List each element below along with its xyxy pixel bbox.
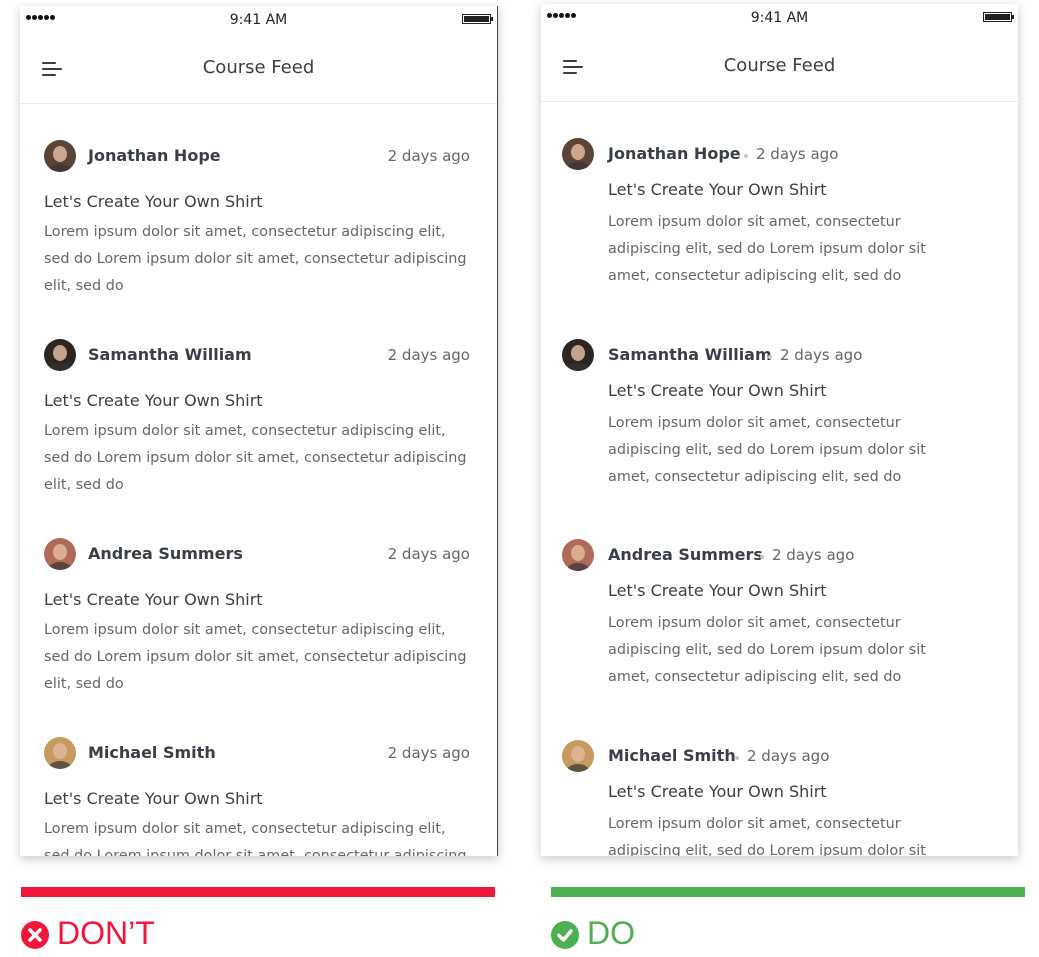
post-body: Lorem ipsum dolor sit amet, consectetur … <box>44 423 467 493</box>
post-title[interactable]: Let's Create Your Own Shirt <box>608 381 827 400</box>
status-bar: 9:41 AM <box>541 4 1018 34</box>
avatar <box>44 538 76 570</box>
check-circle-icon <box>551 920 579 949</box>
post-body: Lorem ipsum dolor sit amet, consectetur … <box>608 615 926 685</box>
author-name[interactable]: Andrea Summers <box>88 544 243 563</box>
post-title[interactable]: Let's Create Your Own Shirt <box>608 180 827 199</box>
error-x-icon <box>21 920 49 949</box>
do-label: DO <box>551 915 635 952</box>
post-body: Lorem ipsum dolor sit amet, consectetur … <box>44 622 467 692</box>
post-time: 2 days ago <box>387 147 470 165</box>
post-time: 2 days ago <box>387 346 470 364</box>
post-title[interactable]: Let's Create Your Own Shirt <box>44 789 263 808</box>
post-time: 2 days ago <box>780 346 863 364</box>
separator-dot <box>768 355 772 359</box>
author-name[interactable]: Michael Smith <box>608 746 736 765</box>
post-time: 2 days ago <box>747 747 830 765</box>
status-bar: 9:41 AM <box>20 6 497 36</box>
post-time: 2 days ago <box>756 145 839 163</box>
post-time: 2 days ago <box>387 545 470 563</box>
post-time: 2 days ago <box>387 744 470 762</box>
dont-example-screen: 9:41 AM Course Feed Jonathan Hope 2 days … <box>20 6 498 856</box>
author-name[interactable]: Jonathan Hope <box>608 144 741 163</box>
avatar <box>562 138 594 170</box>
separator-dot <box>735 756 739 760</box>
author-name[interactable]: Jonathan Hope <box>88 146 221 165</box>
post-body: Lorem ipsum dolor sit amet, consectetur … <box>44 821 467 856</box>
avatar <box>562 539 594 571</box>
do-example-screen: 9:41 AM Course Feed Jonathan Hope 2 days … <box>541 4 1018 856</box>
author-name[interactable]: Samantha William <box>88 345 252 364</box>
dont-indicator-bar <box>21 887 495 897</box>
post-title[interactable]: Let's Create Your Own Shirt <box>608 581 827 600</box>
nav-bar: Course Feed <box>541 34 1018 102</box>
author-name[interactable]: Michael Smith <box>88 743 216 762</box>
post-body: Lorem ipsum dolor sit amet, consectetur … <box>608 214 926 284</box>
do-label-text: DO <box>587 915 635 951</box>
dont-label-text: DON’T <box>57 915 155 951</box>
dont-label: DON’T <box>21 915 155 952</box>
author-name[interactable]: Samantha William <box>608 345 772 364</box>
avatar <box>44 339 76 371</box>
status-time: 9:41 AM <box>750 10 809 26</box>
nav-bar: Course Feed <box>20 36 497 104</box>
battery-icon <box>983 12 1014 22</box>
post-body: Lorem ipsum dolor sit amet, consectetur … <box>44 224 467 294</box>
do-indicator-bar <box>551 887 1025 897</box>
post-body: Lorem ipsum dolor sit amet, consectetur … <box>608 415 926 485</box>
battery-icon <box>462 14 493 24</box>
separator-dot <box>760 555 764 559</box>
separator-dot <box>744 154 748 158</box>
avatar <box>44 737 76 769</box>
post-time: 2 days ago <box>772 546 855 564</box>
post-title[interactable]: Let's Create Your Own Shirt <box>44 391 263 410</box>
post-title[interactable]: Let's Create Your Own Shirt <box>44 590 263 609</box>
page-title: Course Feed <box>202 57 315 78</box>
avatar <box>44 140 76 172</box>
status-time: 9:41 AM <box>229 12 288 28</box>
avatar <box>562 740 594 772</box>
author-name[interactable]: Andrea Summers <box>608 545 763 564</box>
avatar <box>562 339 594 371</box>
post-body: Lorem ipsum dolor sit amet, consectetur … <box>608 816 926 856</box>
page-title: Course Feed <box>723 55 836 76</box>
post-title[interactable]: Let's Create Your Own Shirt <box>44 192 263 211</box>
post-title[interactable]: Let's Create Your Own Shirt <box>608 782 827 801</box>
